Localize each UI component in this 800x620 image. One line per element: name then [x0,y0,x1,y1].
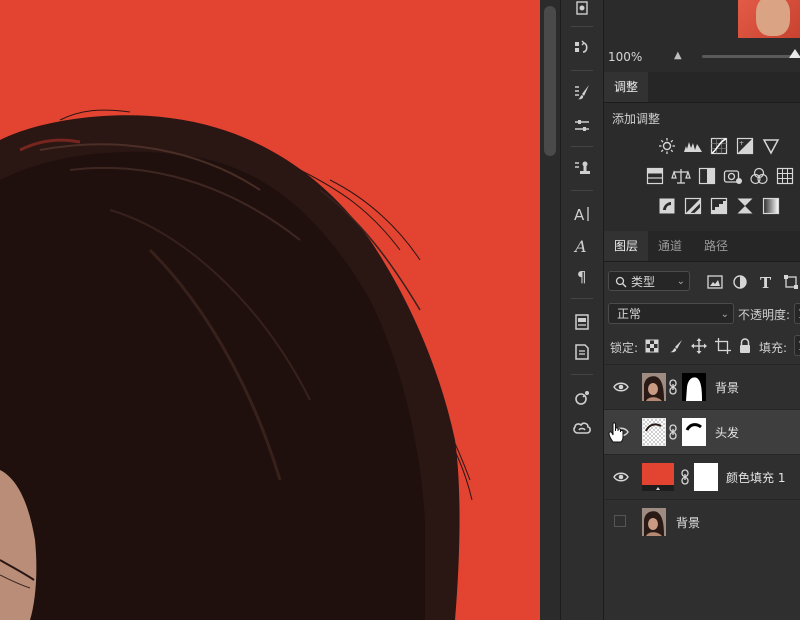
svg-text:¶: ¶ [577,268,587,285]
lock-transparent-icon[interactable] [644,338,660,354]
layers-panel: 类型 ⌄ T 正常 ⌄ 不透明度: 1 锁定: [604,262,800,620]
scrollbar-thumb[interactable] [544,6,556,156]
layer-name[interactable]: 背景 [715,379,739,396]
creative-cloud-icon[interactable] [570,416,594,440]
photo-filter-icon[interactable] [722,165,744,187]
filter-shape-icon[interactable] [782,273,800,291]
curves-icon[interactable] [708,135,730,157]
layer-row[interactable]: 背景 [604,364,800,409]
layer-row-selected[interactable]: 头发 [604,409,800,454]
filter-adjustment-icon[interactable] [731,273,749,291]
black-white-icon[interactable] [696,165,718,187]
chevron-down-icon: ⌄ [676,276,685,287]
posterize-icon[interactable] [682,195,704,217]
lock-all-icon[interactable] [737,338,753,354]
mask-link-icon[interactable] [668,424,678,440]
adjustments-tabbar: 调整 [604,72,800,103]
gradient-map-icon[interactable] [760,195,782,217]
svg-text:T: T [760,274,772,290]
clone-source-icon[interactable] [570,156,594,180]
fill-layer-thumbnail[interactable] [642,463,674,491]
history-states-icon[interactable] [570,36,594,60]
search-icon [615,276,627,288]
blend-mode-value: 正常 [617,307,642,321]
lock-position-icon[interactable] [691,338,707,354]
tab-layers[interactable]: 图层 [604,231,649,261]
share-icon[interactable] [570,386,594,410]
layer-thumbnail[interactable] [642,418,666,446]
layer-mask-thumbnail[interactable] [682,373,706,401]
right-panels: 100% ▲ 调整 添加调整 + 图层 通道 路径 类型 ⌄ T 正常 ⌄ 不透… [604,0,800,620]
tab-adjustments[interactable]: 调整 [604,72,649,102]
eye-icon[interactable] [613,379,629,395]
adjustments-sliders-icon[interactable] [570,114,594,138]
mask-link-icon[interactable] [668,379,678,395]
exposure-icon[interactable]: + [734,135,756,157]
opacity-input[interactable]: 1 [794,303,800,324]
canvas-vertical-scrollbar[interactable] [540,0,560,620]
threshold-icon[interactable] [708,195,730,217]
zoom-slider[interactable] [702,49,800,58]
filter-pixel-icon[interactable] [706,273,724,291]
hue-saturation-icon[interactable] [644,165,666,187]
layer-thumbnail[interactable] [642,508,666,536]
notes-icon[interactable] [570,340,594,364]
blend-mode-dropdown[interactable]: 正常 ⌄ [608,303,734,324]
document-canvas[interactable] [0,0,540,620]
canvas-image [0,0,540,620]
glyphs-icon[interactable]: A [570,234,594,258]
layers-tabbar: 图层 通道 路径 [604,231,800,262]
tab-channels[interactable]: 通道 [648,231,692,261]
add-adjustment-label: 添加调整 [612,112,661,126]
tab-paths[interactable]: 路径 [694,231,738,261]
zoom-out-icon[interactable]: ▲ [674,50,682,61]
svg-text:A: A [573,237,587,255]
layer-row[interactable]: 背景 [604,499,800,544]
brightness-contrast-icon[interactable] [656,135,678,157]
lock-label: 锁定: [610,341,639,355]
layer-name[interactable]: 背景 [676,514,700,531]
brushes-icon[interactable] [570,80,594,104]
layer-filter-kind: 类型 [631,275,656,289]
navigator-zoom-row: 100% ▲ [604,44,800,70]
layer-name[interactable]: 头发 [715,424,739,441]
svg-text:A: A [574,206,585,223]
history-icon[interactable] [570,0,594,20]
lock-row: 锁定: 填充: 1 [604,335,800,356]
layer-row[interactable]: 颜色填充 1 [604,454,800,499]
color-lookup-icon[interactable] [774,165,796,187]
libraries-icon[interactable] [570,310,594,334]
visibility-toggle[interactable] [614,515,626,527]
navigator-thumbnail[interactable] [738,0,800,38]
chevron-down-icon: ⌄ [720,309,729,320]
panel-dock-strip: A A ¶ [560,0,604,620]
lock-image-brush-icon[interactable] [668,338,684,354]
layer-thumbnail[interactable] [642,373,666,401]
hand-cursor-icon [608,422,624,443]
zoom-slider-handle[interactable] [789,49,800,58]
vibrance-icon[interactable] [760,135,782,157]
paragraph-icon[interactable]: ¶ [570,264,594,288]
layer-mask-thumbnail[interactable] [694,463,718,491]
svg-text:+: + [739,140,744,147]
opacity-label: 不透明度: [738,308,791,322]
fill-input[interactable]: 1 [794,335,800,356]
channel-mixer-icon[interactable] [748,165,770,187]
levels-icon[interactable] [682,135,704,157]
zoom-value[interactable]: 100% [608,50,642,64]
mask-link-icon[interactable] [680,469,690,485]
filter-type-icon[interactable]: T [757,273,775,291]
layer-name[interactable]: 颜色填充 1 [726,469,785,486]
layer-mask-thumbnail[interactable] [682,418,706,446]
lock-artboard-icon[interactable] [715,338,731,354]
color-balance-icon[interactable] [670,165,692,187]
fill-label: 填充: [759,341,788,355]
character-icon[interactable]: A [570,202,594,226]
eye-icon[interactable] [613,469,629,485]
layer-filter-dropdown[interactable]: 类型 ⌄ [608,271,690,291]
selective-color-icon[interactable] [734,195,756,217]
invert-icon[interactable] [656,195,678,217]
